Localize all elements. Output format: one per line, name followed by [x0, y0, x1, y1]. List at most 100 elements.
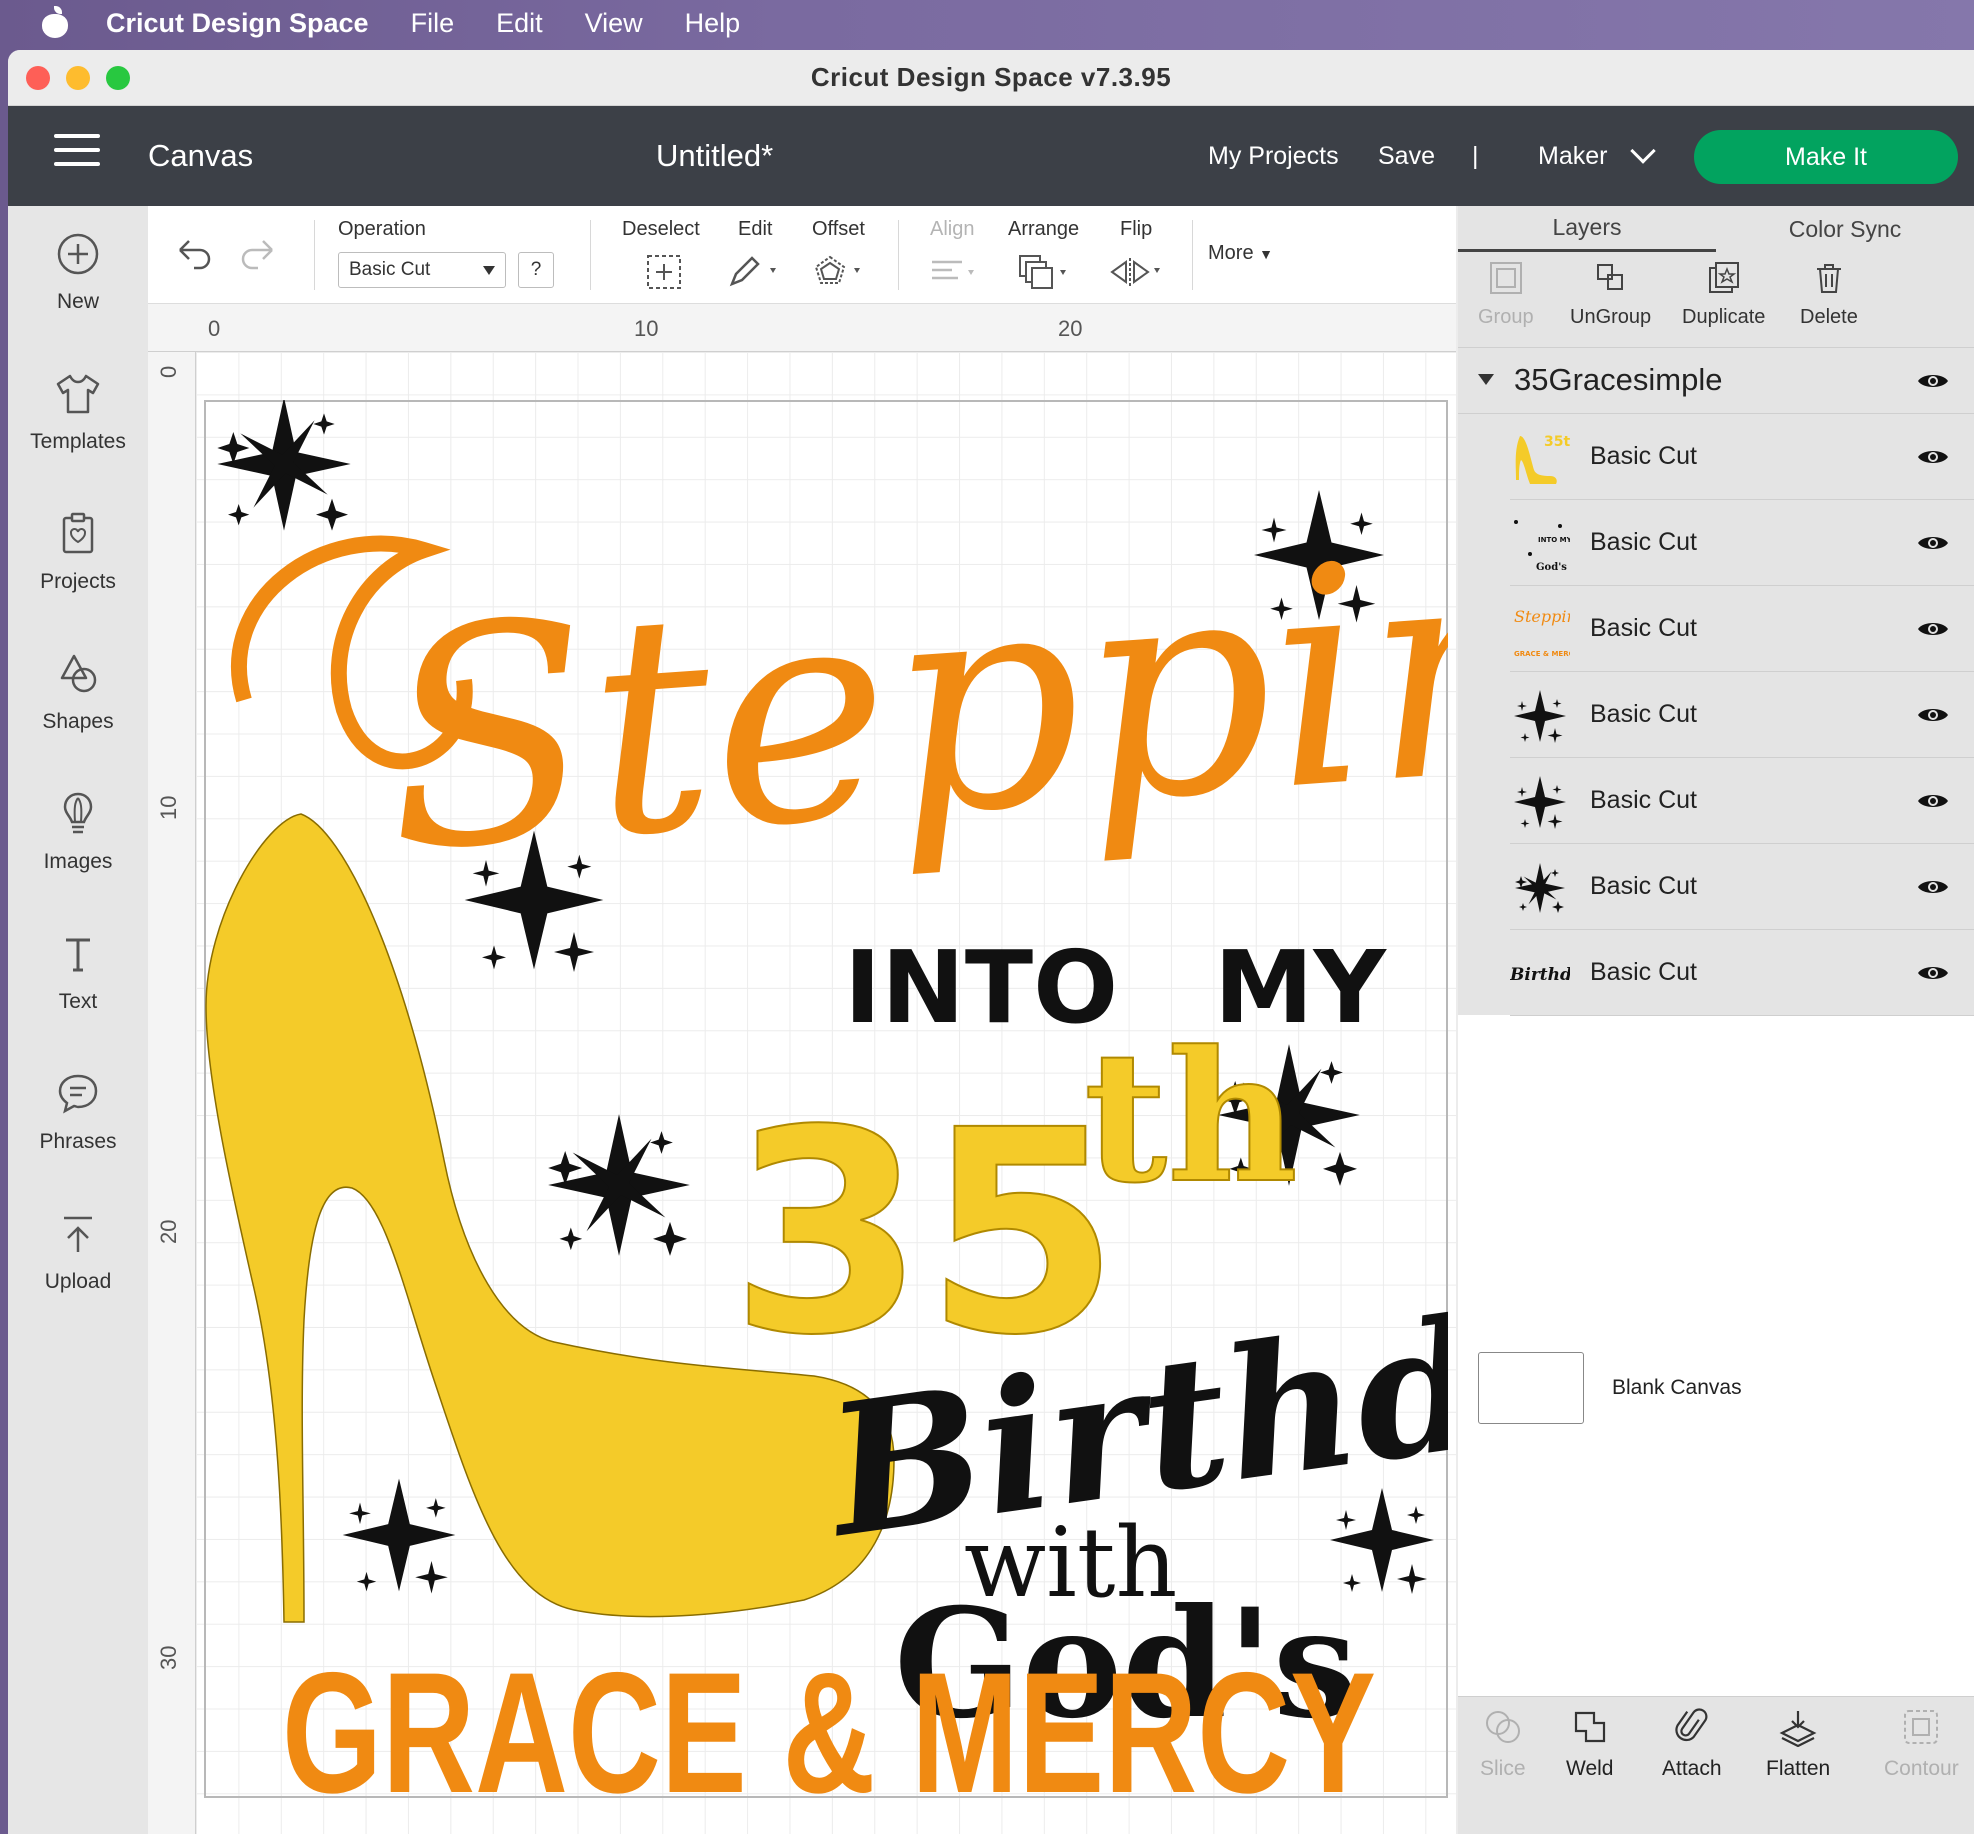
birthday-design[interactable]: Stepping INTO MY 35 th Birthday with God…	[204, 400, 1448, 1798]
star-burst-6	[342, 1478, 456, 1594]
sidebar-item-shapes[interactable]: Shapes	[8, 650, 148, 760]
delete-button[interactable]: Delete	[1800, 260, 1858, 329]
sidebar-item-projects[interactable]: Projects	[8, 510, 148, 620]
sidebar-item-phrases[interactable]: Phrases	[8, 1070, 148, 1180]
sidebar-label-phrases: Phrases	[39, 1130, 117, 1153]
layer-label: Basic Cut	[1590, 958, 1697, 986]
tab-layers[interactable]: Layers	[1458, 206, 1716, 252]
layer-label: Basic Cut	[1590, 442, 1697, 470]
script-thumbnail-icon: Stepping GRACE & MERCY	[1514, 607, 1570, 658]
eye-icon[interactable]	[1916, 446, 1950, 468]
menu-edit[interactable]: Edit	[496, 8, 543, 39]
ungroup-label: UnGroup	[1570, 306, 1652, 328]
sidebar-item-text[interactable]: Text	[8, 930, 148, 1040]
window-title: Cricut Design Space v7.3.95	[810, 62, 1172, 92]
mac-menubar: Cricut Design Space File Edit View Help	[0, 0, 1974, 46]
arrange-icon[interactable]	[1016, 252, 1072, 292]
eye-icon[interactable]	[1916, 532, 1950, 554]
duplicate-button[interactable]: Duplicate	[1682, 260, 1765, 329]
eye-icon[interactable]	[1916, 790, 1950, 812]
deselect-icon[interactable]	[644, 252, 684, 292]
make-it-button[interactable]: Make It	[1694, 130, 1958, 184]
canvas-label: Canvas	[148, 138, 254, 173]
deselect-label[interactable]: Deselect	[622, 218, 700, 241]
my-projects-link[interactable]: My Projects	[1208, 142, 1339, 171]
blank-canvas-swatch[interactable]	[1478, 1352, 1584, 1424]
sidebar-label-images: Images	[43, 850, 113, 873]
layer-row[interactable]: Basic Cut	[1510, 672, 1974, 758]
ruler-top-20: 20	[1058, 316, 1083, 341]
sidebar-item-upload[interactable]: Upload	[8, 1210, 148, 1320]
eye-icon[interactable]	[1916, 704, 1950, 726]
layer-row[interactable]: Basic Cut	[1510, 758, 1974, 844]
text-icon	[66, 938, 90, 972]
slice-button: Slice	[1480, 1707, 1526, 1781]
stepping-script: Stepping	[374, 475, 1448, 919]
operation-help-button[interactable]: ?	[518, 252, 554, 288]
operation-select[interactable]: Basic Cut	[338, 252, 506, 288]
layer-group-row[interactable]: 35Gracesimple	[1458, 348, 1974, 414]
arrange-label[interactable]: Arrange	[1008, 218, 1079, 241]
undo-icon[interactable]	[174, 236, 214, 272]
layer-label: Basic Cut	[1590, 614, 1697, 642]
chevron-down-icon[interactable]	[1630, 138, 1656, 164]
menu-help[interactable]: Help	[685, 8, 741, 39]
left-sidebar: New Templates Projects Shapes Images Tex…	[8, 206, 148, 1834]
sidebar-label-projects: Projects	[40, 570, 116, 593]
more-menu[interactable]: More ▼	[1208, 242, 1273, 265]
menu-view[interactable]: View	[585, 8, 643, 39]
layer-row[interactable]: Basic Cut	[1510, 844, 1974, 930]
weld-label: Weld	[1566, 1757, 1614, 1780]
tab-color-sync[interactable]: Color Sync	[1716, 206, 1974, 252]
ruler-top-0: 0	[208, 316, 221, 341]
ungroup-button[interactable]: UnGroup	[1570, 260, 1651, 329]
design-canvas[interactable]: 0 10 20 0 10 20 30 Stepping INTO MY 35 t…	[148, 304, 1456, 1834]
hamburger-menu-icon[interactable]	[54, 134, 100, 174]
weld-button[interactable]: Weld	[1566, 1707, 1613, 1781]
sidebar-label-new: New	[56, 290, 99, 313]
slice-icon	[1485, 1711, 1520, 1743]
star-thumbnail-icon	[1514, 690, 1566, 743]
attach-button[interactable]: Attach	[1662, 1707, 1722, 1781]
eye-icon[interactable]	[1916, 876, 1950, 898]
layer-label: Basic Cut	[1590, 528, 1697, 556]
layer-row[interactable]: 35th Basic Cut	[1510, 414, 1974, 500]
menu-file[interactable]: File	[411, 8, 455, 39]
sidebar-item-images[interactable]: Images	[8, 790, 148, 900]
offset-label[interactable]: Offset	[812, 218, 865, 241]
flip-icon[interactable]	[1108, 254, 1168, 290]
layer-row[interactable]: Birthday Basic Cut	[1510, 930, 1974, 1016]
caret-down-icon[interactable]	[1478, 374, 1494, 385]
save-link[interactable]: Save	[1378, 142, 1435, 171]
layer-row[interactable]: INTO MY God's Basic Cut	[1510, 500, 1974, 586]
header-divider: |	[1472, 141, 1479, 170]
sidebar-item-new[interactable]: New	[8, 230, 148, 340]
eye-icon[interactable]	[1916, 962, 1950, 984]
attach-label: Attach	[1662, 1757, 1722, 1780]
svg-text:Birthday: Birthday	[1510, 965, 1570, 985]
offset-icon[interactable]	[812, 254, 866, 290]
delete-label: Delete	[1800, 306, 1858, 328]
machine-select[interactable]: Maker	[1538, 142, 1607, 171]
layer-row[interactable]: Stepping GRACE & MERCY Basic Cut	[1510, 586, 1974, 672]
flip-label[interactable]: Flip	[1120, 218, 1152, 241]
sidebar-item-templates[interactable]: Templates	[8, 370, 148, 480]
group-button: Group	[1478, 260, 1534, 329]
flatten-button[interactable]: Flatten	[1766, 1707, 1830, 1781]
grace-mercy-text: GRACE & MERCY	[282, 1637, 1376, 1798]
eye-icon[interactable]	[1916, 618, 1950, 640]
group-label: Group	[1478, 306, 1534, 328]
eye-icon[interactable]	[1916, 370, 1950, 392]
apple-icon[interactable]	[38, 6, 72, 40]
ruler-left-30: 30	[156, 1645, 181, 1670]
text-thumbnail-icon: INTO MY God's	[1514, 520, 1570, 573]
dropdown-arrow-icon	[483, 266, 495, 275]
menubar-app-name[interactable]: Cricut Design Space	[106, 8, 369, 39]
svg-text:35th: 35th	[1544, 434, 1570, 450]
edit-pencil-icon[interactable]	[728, 254, 782, 290]
trash-icon	[1816, 264, 1841, 293]
layers-list: 35Gracesimple 35th Basic Cut INTO MY God'…	[1458, 348, 1974, 1016]
edit-label[interactable]: Edit	[738, 218, 772, 241]
contour-icon	[1904, 1710, 1939, 1744]
redo-icon[interactable]	[238, 236, 278, 272]
